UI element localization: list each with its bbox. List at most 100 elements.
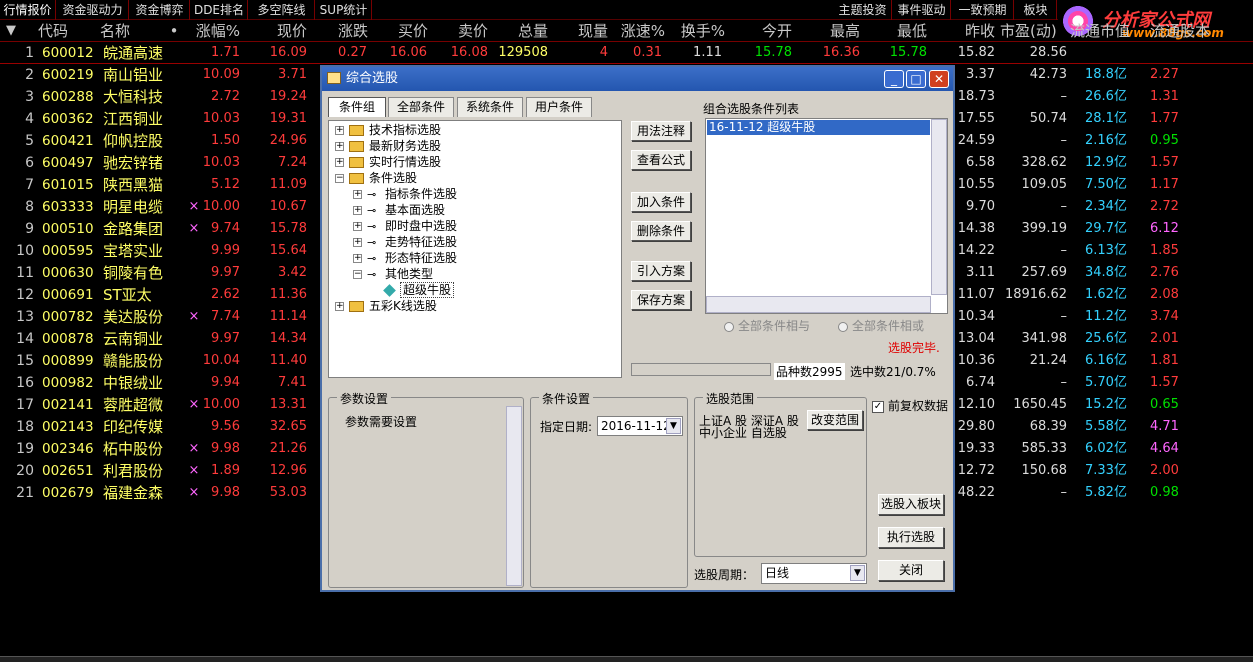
cell-name: 宝塔实业	[103, 242, 164, 260]
column-header[interactable]: 换手%	[665, 20, 725, 42]
folder-icon	[349, 141, 364, 152]
tree-node-label: 即时盘中选股	[385, 219, 458, 233]
top-tab[interactable]: 多空阵线	[249, 0, 315, 20]
expand-icon[interactable]: +	[353, 238, 362, 247]
cell-price: 11.36	[269, 287, 307, 302]
expand-icon[interactable]: +	[335, 302, 344, 311]
top-tab[interactable]: 事件驱动	[893, 0, 951, 20]
cell-price: 15.64	[269, 243, 307, 258]
condition-list-hscroll[interactable]	[706, 296, 931, 313]
condition-list-item[interactable]: 16-11-12 超级牛股	[707, 120, 930, 135]
column-header[interactable]: 买价	[368, 20, 428, 42]
tree-node-label: 条件选股	[369, 171, 418, 185]
expand-icon[interactable]: +	[353, 206, 362, 215]
change-range-button[interactable]: 改变范围	[807, 410, 863, 430]
cell-chg: 9.98	[211, 485, 240, 500]
tree-node[interactable]: + ⊸ 即时盘中选股	[353, 218, 457, 234]
top-tab[interactable]: DDE排名	[191, 0, 248, 20]
tree-node[interactable]: + 五彩K线选股	[335, 298, 437, 314]
expand-icon[interactable]: +	[335, 126, 344, 135]
top-tab[interactable]: 主题投资	[834, 0, 892, 20]
column-header[interactable]: 现价	[245, 20, 307, 42]
condition-tree[interactable]: + 技术指标选股 + 最新财务选股 + 实时行情选股 − 条件选股 + ⊸ 指标条件选股 + ⊸ 基本面选…	[328, 120, 622, 378]
period-select[interactable]: 日线 ▼	[761, 563, 867, 584]
expand-icon[interactable]: +	[335, 158, 344, 167]
column-header[interactable]: 代码	[38, 20, 100, 42]
condition-list-vscroll[interactable]	[931, 119, 947, 295]
execute-button[interactable]: 执行选股	[878, 527, 944, 548]
import-plan-button[interactable]: 引入方案	[631, 261, 691, 281]
tree-node[interactable]: + 实时行情选股	[335, 154, 441, 170]
cell-name: 明星电缆	[103, 198, 164, 216]
radio-and[interactable]: 全部条件相与	[724, 317, 810, 334]
minimize-button[interactable]: _	[884, 70, 904, 88]
column-header[interactable]: 名称	[100, 20, 165, 42]
top-tab[interactable]: SUP统计	[316, 0, 372, 20]
cell-price: 7.24	[278, 155, 307, 170]
tab-system-conditions[interactable]: 系统条件	[457, 97, 523, 117]
expand-icon[interactable]: +	[335, 142, 344, 151]
cell-cap: 6.13亿	[1085, 243, 1127, 258]
cell-code: 000782	[42, 309, 94, 325]
table-row[interactable]: 1 600012 皖通高速 1.71 16.09 0.27 16.06 16.08 129508…	[0, 42, 1253, 64]
column-header[interactable]: 最高	[795, 20, 860, 42]
column-header[interactable]: 涨幅%	[180, 20, 240, 42]
column-header[interactable]: 涨跌	[308, 20, 368, 42]
expand-icon[interactable]: +	[353, 190, 362, 199]
total-count: 品种数2995	[774, 363, 845, 380]
tree-node[interactable]: + ⊸ 基本面选股	[353, 202, 445, 218]
column-header[interactable]: •	[168, 20, 180, 42]
add-condition-button[interactable]: 加入条件	[631, 192, 691, 212]
param-vscroll[interactable]	[506, 406, 522, 586]
expand-icon[interactable]: +	[353, 254, 362, 263]
top-tab[interactable]: 资金驱动力	[57, 0, 129, 20]
usage-note-button[interactable]: 用法注释	[631, 121, 691, 141]
delete-condition-button[interactable]: 删除条件	[631, 221, 691, 241]
column-header[interactable]: 昨收	[935, 20, 995, 42]
close-button[interactable]: 关闭	[878, 560, 944, 581]
tree-node[interactable]: + ⊸ 指标条件选股	[353, 186, 457, 202]
cell-name: ST亚太	[103, 286, 152, 304]
radio-or-icon	[838, 321, 848, 332]
top-tab[interactable]: 一致预期	[952, 0, 1014, 20]
top-tab[interactable]: 板块	[1015, 0, 1057, 20]
view-formula-button[interactable]: 查看公式	[631, 150, 691, 170]
tree-node[interactable]: + ⊸ 形态特征选股	[353, 250, 457, 266]
to-block-button[interactable]: 选股入板块	[878, 494, 944, 515]
collapse-icon[interactable]: −	[353, 270, 362, 279]
column-header[interactable]: 卖价	[428, 20, 488, 42]
column-header[interactable]: 流通股本	[1150, 20, 1230, 42]
column-header[interactable]: 总量	[488, 20, 548, 42]
tree-node[interactable]: − ⊸ 其他类型	[353, 266, 433, 282]
cell-cap2: 2.72	[1150, 199, 1179, 214]
cell-cap: 2.34亿	[1085, 199, 1127, 214]
tab-all-conditions[interactable]: 全部条件	[388, 97, 454, 117]
date-picker[interactable]: 2016-11-12 ▼	[597, 416, 683, 436]
condition-list[interactable]: 16-11-12 超级牛股	[705, 118, 948, 314]
column-header[interactable]: 今开	[730, 20, 792, 42]
column-header[interactable]: 流通市值	[1070, 20, 1150, 42]
top-tab[interactable]: 资金博弈	[130, 0, 190, 20]
close-window-button[interactable]: ✕	[929, 70, 949, 88]
radio-or[interactable]: 全部条件相或	[838, 317, 924, 334]
tree-node[interactable]: 超级牛股	[371, 282, 455, 298]
fq-checkbox[interactable]: ✓ 前复权数据	[872, 397, 948, 414]
column-header[interactable]: 涨速%	[605, 20, 665, 42]
column-header[interactable]: 市盈(动)	[1000, 20, 1070, 42]
expand-icon[interactable]: +	[353, 222, 362, 231]
dialog-titlebar[interactable]: 综合选股 _ □ ✕	[322, 67, 953, 91]
column-header[interactable]: 现量	[548, 20, 608, 42]
column-header[interactable]: 最低	[865, 20, 927, 42]
tree-node[interactable]: + 技术指标选股	[335, 122, 441, 138]
sort-arrow-icon[interactable]: ▼	[6, 20, 26, 42]
tab-user-conditions[interactable]: 用户条件	[526, 97, 592, 117]
top-tab[interactable]: 行情报价	[0, 0, 56, 20]
collapse-icon[interactable]: −	[335, 174, 344, 183]
quote-table-header: ▼ 代码 名称 • 涨幅% 现价 涨跌 买价 卖价 总量 现量 涨速% 换手% 今开 最高 最低 昨收 市盈(动)…	[0, 20, 1253, 42]
save-plan-button[interactable]: 保存方案	[631, 290, 691, 310]
maximize-button[interactable]: □	[906, 70, 926, 88]
tree-node[interactable]: + ⊸ 走势特征选股	[353, 234, 457, 250]
tree-node[interactable]: + 最新财务选股	[335, 138, 441, 154]
tab-condition-group[interactable]: 条件组	[328, 97, 386, 117]
tree-node[interactable]: − 条件选股	[335, 170, 417, 186]
